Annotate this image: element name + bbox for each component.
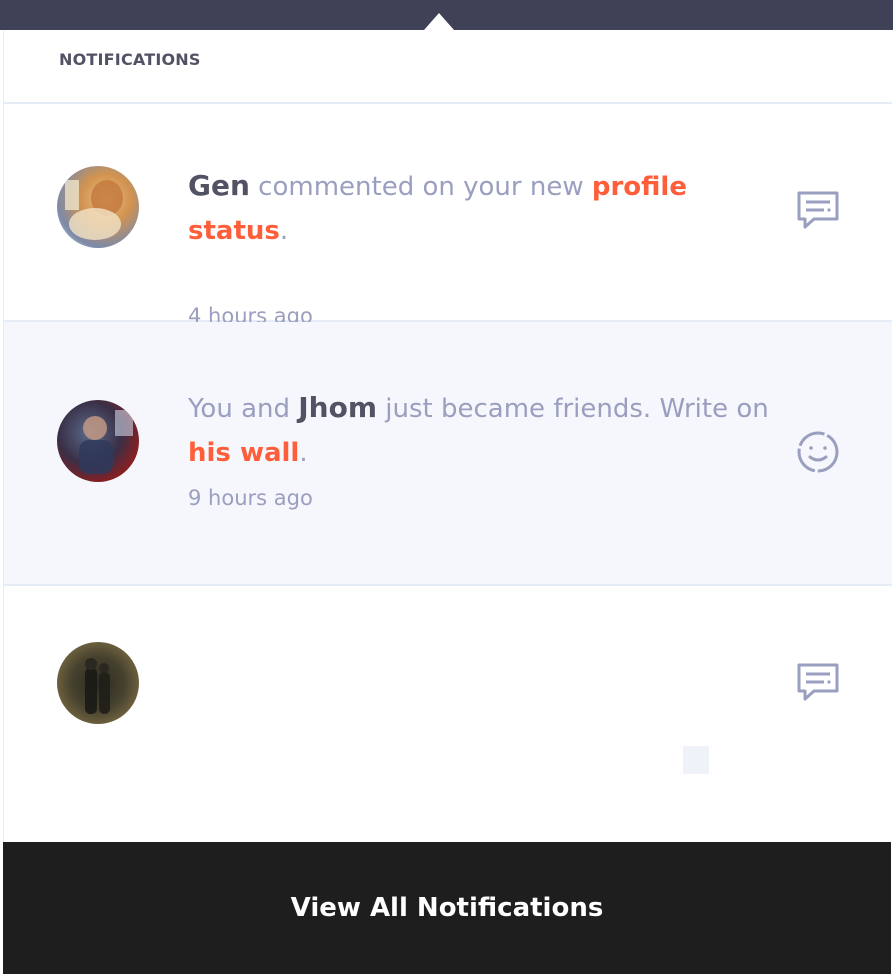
comment-icon[interactable] (794, 658, 842, 706)
view-all-label: View All Notifications (290, 893, 604, 923)
notifications-header: NOTIFICATIONS (4, 30, 892, 104)
notification-user-name[interactable]: Jhom (298, 391, 377, 424)
notification-item[interactable]: You and Jhom just became friends. Write … (4, 322, 892, 586)
avatar[interactable] (57, 400, 139, 482)
notification-time: 9 hours ago (188, 486, 313, 510)
avatar[interactable] (57, 166, 139, 248)
scrollbar-thumb[interactable] (683, 746, 709, 774)
notification-item[interactable] (4, 586, 892, 826)
notification-after: . (299, 438, 308, 468)
notification-text: Gen commented on your new profile status… (188, 164, 772, 253)
notification-before: You and (188, 394, 299, 424)
notification-item[interactable]: Gen commented on your new profile status… (4, 104, 892, 328)
notification-user-name[interactable]: Gen (188, 169, 250, 202)
notifications-title: NOTIFICATIONS (59, 49, 201, 69)
notification-text: You and Jhom just became friends. Write … (188, 386, 772, 475)
dropdown-caret (424, 13, 454, 30)
view-all-notifications-button[interactable]: View All Notifications (3, 842, 891, 974)
notifications-panel: NOTIFICATIONS Gen commented on your new … (3, 30, 892, 842)
notification-message: commented on your new (249, 172, 592, 202)
comment-icon[interactable] (794, 186, 842, 234)
notification-link[interactable]: his wall (188, 438, 299, 468)
notification-message: just became friends. Write on (377, 394, 769, 424)
smiley-icon[interactable] (794, 428, 842, 476)
notification-after: . (279, 216, 289, 246)
avatar[interactable] (57, 642, 139, 724)
